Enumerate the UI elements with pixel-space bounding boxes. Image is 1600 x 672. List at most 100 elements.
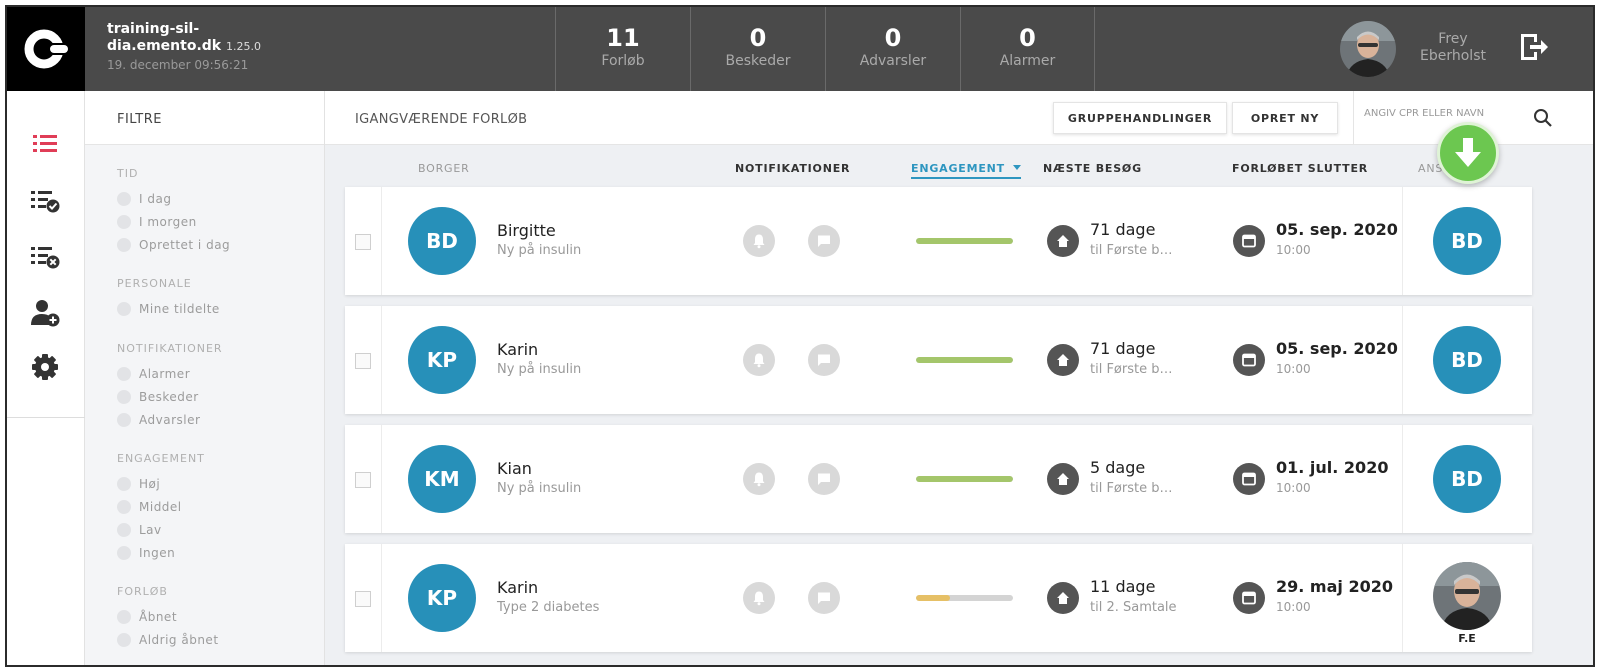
alarm-notification-button[interactable] [743,225,775,257]
table-row[interactable]: KP Karin Ny på insulin 71 dage til Først… [345,306,1532,414]
home-visit-icon [1047,463,1079,495]
citizen-avatar: KP [408,564,476,632]
nav-add-citizen[interactable] [27,295,63,331]
radio-button[interactable] [117,545,131,560]
filter-alarms[interactable]: Alarmer [117,362,223,385]
bell-icon [753,234,765,249]
radio-button[interactable] [117,522,131,537]
course-end-time: 10:00 [1276,600,1311,614]
column-notifications[interactable]: NOTIFIKATIONER [735,162,850,175]
radio-button[interactable] [117,632,131,647]
radio-button[interactable] [117,609,131,624]
responsible-avatar[interactable]: BD [1433,207,1501,275]
filter-never-opened[interactable]: Aldrig åbnet [117,628,219,651]
filter-created-today[interactable]: Oprettet i dag [117,233,230,256]
logout-button[interactable] [1517,31,1549,63]
filter-none[interactable]: Ingen [117,541,205,564]
stat-courses[interactable]: 11 Forløb [555,7,690,91]
nav-cancelled-courses[interactable] [27,239,63,275]
filter-group-title: FORLØB [117,585,168,598]
user-avatar[interactable] [1340,21,1396,77]
message-notification-button[interactable] [808,344,840,376]
column-next-visit[interactable]: NÆSTE BESØG [1043,162,1142,175]
download-button[interactable] [1437,122,1499,184]
radio-button[interactable] [117,476,131,491]
nav-completed-courses[interactable] [27,183,63,219]
table-row[interactable]: BD Birgitte Ny på insulin 71 dage til Fø… [345,187,1532,295]
course-end-date: 01. jul. 2020 [1276,458,1389,477]
filter-messages[interactable]: Beskeder [117,385,223,408]
radio-button[interactable] [117,237,131,252]
filter-medium[interactable]: Middel [117,495,205,518]
column-course-ends[interactable]: FORLØBET SLUTTER [1232,162,1368,175]
radio-button[interactable] [117,191,131,206]
filter-low[interactable]: Lav [117,518,205,541]
filter-group-title: PERSONALE [117,277,192,290]
stat-alarms[interactable]: 0 Alarmer [960,7,1095,91]
row-checkbox[interactable] [355,472,371,488]
list-icon [33,135,57,152]
engagement-fill [916,238,1013,244]
filter-high[interactable]: Høj [117,472,205,495]
radio-button[interactable] [117,214,131,229]
search-icon [1534,109,1552,127]
home-visit-icon [1047,344,1079,376]
alarm-notification-button[interactable] [743,582,775,614]
radio-button[interactable] [117,366,131,381]
filter-opened[interactable]: Åbnet [117,605,219,628]
bell-icon [753,353,765,368]
table-row[interactable]: KP Karin Type 2 diabetes 11 dage til 2. … [345,544,1532,652]
search-button[interactable] [1532,107,1554,129]
home-icon [1057,592,1069,604]
message-notification-button[interactable] [808,582,840,614]
nav-active-courses[interactable] [27,125,63,161]
message-notification-button[interactable] [808,225,840,257]
filter-my-assigned[interactable]: Mine tildelte [117,297,220,320]
bell-icon [753,472,765,487]
responsible-avatar[interactable]: BD [1433,326,1501,394]
calendar-glyph-icon [1242,591,1256,605]
alarm-notification-button[interactable] [743,463,775,495]
course-end-date: 05. sep. 2020 [1276,220,1398,239]
column-citizen[interactable]: BORGER [418,162,470,175]
filter-warnings[interactable]: Advarsler [117,408,223,431]
sort-caret-icon [1012,165,1021,170]
message-notification-button[interactable] [808,463,840,495]
responsible-avatar[interactable]: BD [1433,445,1501,513]
filter-tomorrow[interactable]: I morgen [117,210,230,233]
home-visit-icon [1047,225,1079,257]
responsible-photo[interactable] [1433,562,1501,630]
row-checkbox[interactable] [355,591,371,607]
next-visit-days: 71 dage [1090,339,1156,358]
nav-settings[interactable] [27,349,63,385]
course-end-date: 05. sep. 2020 [1276,339,1398,358]
filter-label: Lav [139,522,162,537]
search-input[interactable] [1364,108,1524,119]
group-actions-button[interactable]: GRUPPEHANDLINGER [1053,102,1227,134]
row-checkbox[interactable] [355,353,371,369]
engagement-fill [916,595,950,601]
table-row[interactable]: KM Kian Ny på insulin 5 dage til Første … [345,425,1532,533]
radio-button[interactable] [117,412,131,427]
responsible-photo-image [1433,562,1501,630]
column-engagement-label: ENGAGEMENT [911,162,1005,175]
stat-warnings[interactable]: 0 Advarsler [825,7,960,91]
alarm-notification-button[interactable] [743,344,775,376]
calendar-icon [1233,225,1265,257]
course-description: Ny på insulin [497,362,582,377]
app-host-line1: training-sil- [107,21,200,37]
radio-button[interactable] [117,301,131,316]
radio-button[interactable] [117,499,131,514]
app-version: 1.25.0 [225,40,261,53]
create-new-button[interactable]: OPRET NY [1232,102,1338,134]
radio-button[interactable] [117,389,131,404]
calendar-glyph-icon [1242,353,1256,367]
column-engagement[interactable]: ENGAGEMENT [911,162,1021,179]
next-visit-days: 11 dage [1090,577,1156,596]
stat-messages[interactable]: 0 Beskeder [690,7,825,91]
emento-logo[interactable] [7,7,85,91]
filter-today[interactable]: I dag [117,187,230,210]
stat-label: Forløb [601,53,645,69]
row-checkbox[interactable] [355,234,371,250]
filters-panel: FILTRE TID I dag I morgen Oprettet i dag… [85,91,325,665]
